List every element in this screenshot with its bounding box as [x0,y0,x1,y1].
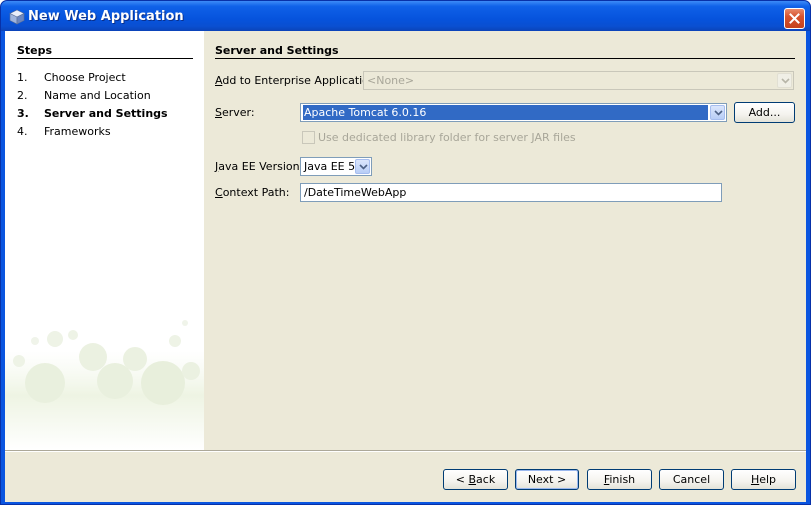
context-path-label: Context Path: [215,186,290,199]
javaee-version-select[interactable]: Java EE 5 [300,157,372,176]
javaee-version-label: Java EE Version: [215,160,304,173]
close-button[interactable] [784,8,805,29]
panel-heading: Server and Settings [215,44,339,57]
back-button[interactable]: < Back [443,469,508,490]
cancel-button[interactable]: Cancel [659,469,724,490]
decorative-bubbles-graphic [5,320,204,450]
netbeans-cube-icon [9,9,25,25]
context-path-input[interactable]: /DateTimeWebApp [300,183,722,202]
dialog-window: New Web Application Steps 1. Choose Proj… [0,0,811,505]
step-label: Choose Project [44,71,126,84]
finish-button[interactable]: Finish [587,469,652,490]
dedicated-library-checkbox[interactable] [302,131,315,144]
server-value: Apache Tomcat 6.0.16 [304,106,427,119]
javaee-version-value: Java EE 5 [304,160,356,173]
context-path-value: /DateTimeWebApp [304,186,407,199]
add-server-button[interactable]: Add... [734,102,795,123]
window-title: New Web Application [28,9,184,24]
step-number: 1. [17,71,28,84]
settings-panel: Server and Settings Add to Enterprise Ap… [204,31,806,450]
enterprise-app-select[interactable]: <None> [363,71,794,90]
chevron-down-icon [710,105,725,120]
dedicated-library-label: Use dedicated library folder for server … [318,131,576,144]
step-label: Frameworks [44,125,111,138]
step-label: Name and Location [44,89,151,102]
panel-divider [215,58,795,59]
chevron-down-icon [777,73,792,88]
steps-heading: Steps [17,44,53,57]
next-button[interactable]: Next > [515,469,579,490]
step-label: Server and Settings [44,107,168,120]
steps-divider [17,58,193,59]
steps-pane: Steps 1. Choose Project 2. Name and Loca… [5,31,204,450]
footer-separator-highlight [5,451,806,452]
help-button[interactable]: Help [731,469,796,490]
server-label: Server: [215,106,255,119]
server-select[interactable]: Apache Tomcat 6.0.16 [300,103,727,122]
chevron-down-icon [355,159,370,174]
step-number: 4. [17,125,28,138]
step-number: 2. [17,89,28,102]
enterprise-app-value: <None> [367,74,415,87]
dialog-client-area: Steps 1. Choose Project 2. Name and Loca… [5,31,806,502]
step-number: 3. [17,107,29,120]
enterprise-app-label: Add to Enterprise Application: [215,74,380,87]
close-icon [789,13,800,24]
title-bar[interactable]: New Web Application [1,1,810,31]
